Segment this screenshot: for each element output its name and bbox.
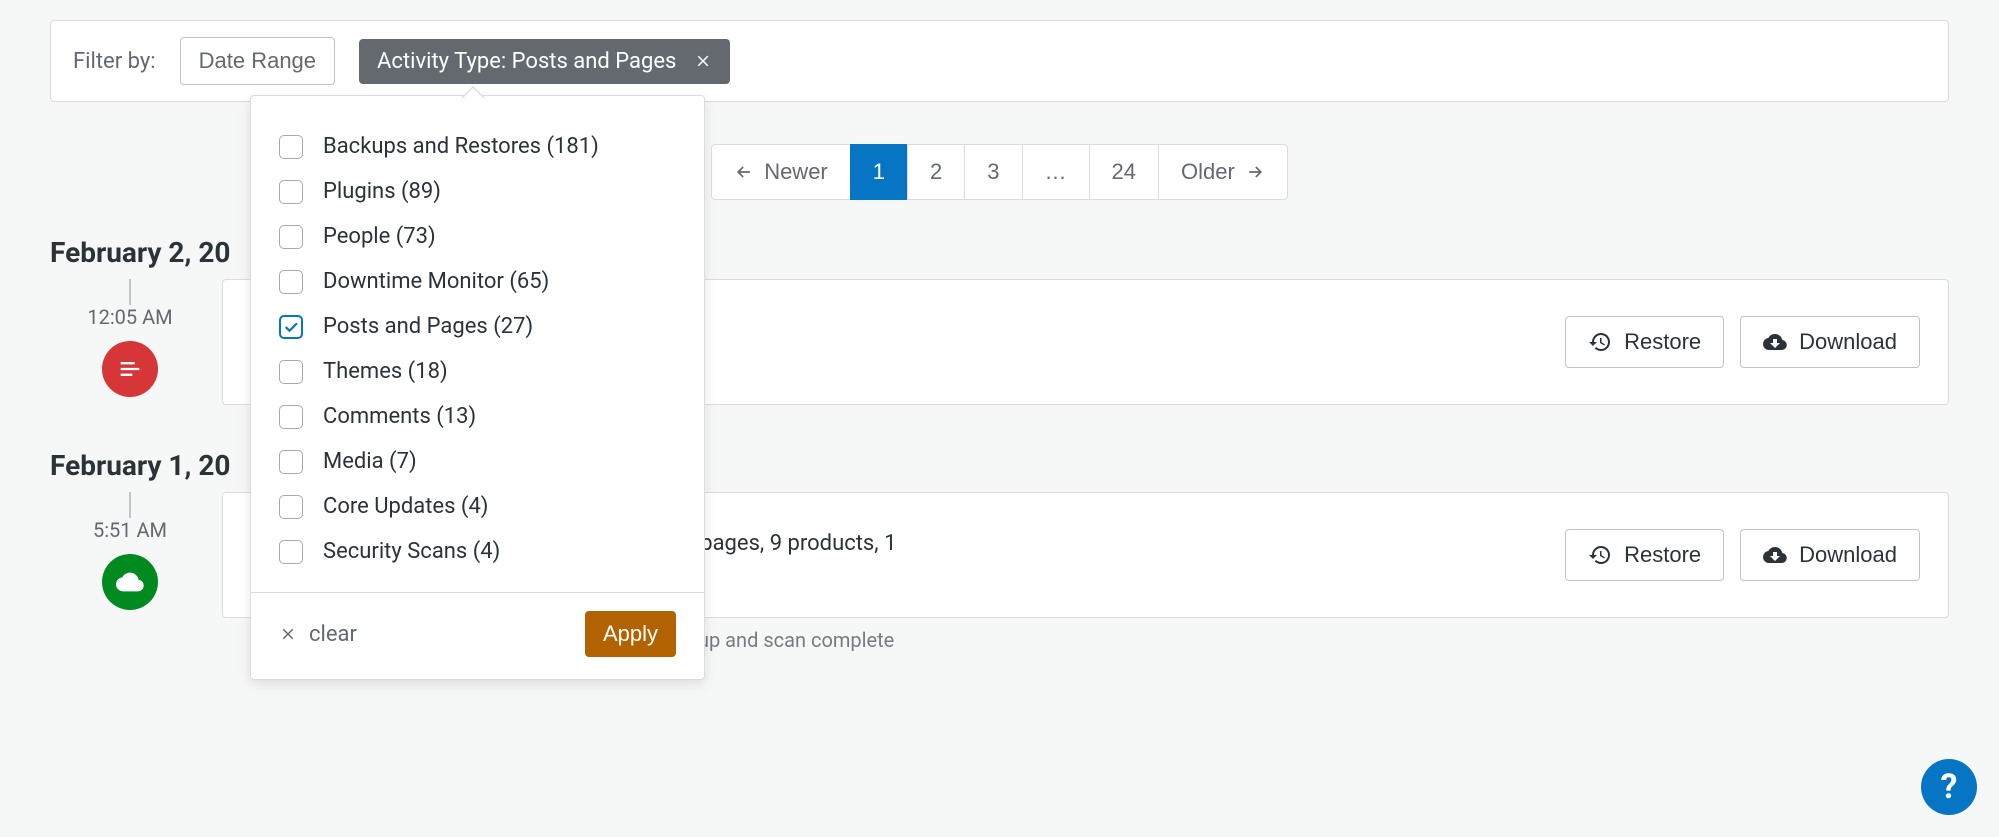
- checkbox-label: Security Scans (4): [323, 539, 500, 564]
- download-button[interactable]: Download: [1740, 529, 1920, 581]
- page-3-button[interactable]: 3: [964, 144, 1021, 200]
- clear-label: clear: [309, 622, 357, 647]
- date-range-button[interactable]: Date Range: [180, 37, 335, 85]
- download-label: Download: [1799, 329, 1897, 355]
- older-label: Older: [1181, 159, 1235, 185]
- restore-icon: [1588, 330, 1612, 354]
- apply-button[interactable]: Apply: [585, 611, 676, 657]
- help-button[interactable]: ?: [1921, 759, 1977, 815]
- post-icon: [102, 341, 158, 397]
- close-icon[interactable]: [694, 52, 712, 70]
- filter-checkbox-row[interactable]: Backups and Restores (181): [279, 124, 676, 169]
- checkbox-label: Comments (13): [323, 404, 476, 429]
- download-label: Download: [1799, 542, 1897, 568]
- filter-checkbox-row[interactable]: Comments (13): [279, 394, 676, 439]
- checkbox-label: Core Updates (4): [323, 494, 488, 519]
- checkbox-label: Plugins (89): [323, 179, 441, 204]
- clear-button[interactable]: clear: [279, 622, 357, 647]
- checkbox[interactable]: [279, 225, 303, 249]
- cloud-download-icon: [1763, 543, 1787, 567]
- close-icon: [279, 625, 297, 643]
- restore-label: Restore: [1624, 329, 1701, 355]
- activity-type-chip[interactable]: Activity Type: Posts and Pages: [359, 39, 730, 84]
- checkbox[interactable]: [279, 270, 303, 294]
- filter-by-label: Filter by:: [73, 49, 156, 74]
- restore-button[interactable]: Restore: [1565, 529, 1724, 581]
- checkbox-label: Media (7): [323, 449, 417, 474]
- download-button[interactable]: Download: [1740, 316, 1920, 368]
- restore-label: Restore: [1624, 542, 1701, 568]
- page-2-button[interactable]: 2: [907, 144, 964, 200]
- filter-checkbox-row[interactable]: People (73): [279, 214, 676, 259]
- checkbox[interactable]: [279, 180, 303, 204]
- filter-checkbox-row[interactable]: Plugins (89): [279, 169, 676, 214]
- newer-button[interactable]: Newer: [711, 144, 850, 200]
- page-ellipsis: …: [1022, 144, 1089, 200]
- activity-type-dropdown: Backups and Restores (181) Plugins (89) Pe…: [250, 95, 705, 680]
- checkbox[interactable]: [279, 360, 303, 384]
- checkbox-label: Themes (18): [323, 359, 448, 384]
- entry-time: 12:05 AM: [87, 305, 172, 329]
- checkbox-label: People (73): [323, 224, 436, 249]
- page-24-button[interactable]: 24: [1089, 144, 1158, 200]
- restore-button[interactable]: Restore: [1565, 316, 1724, 368]
- entry-time: 5:51 AM: [93, 518, 167, 542]
- newer-label: Newer: [764, 159, 828, 185]
- checkbox[interactable]: [279, 315, 303, 339]
- checkbox[interactable]: [279, 495, 303, 519]
- filter-checkbox-row[interactable]: Core Updates (4): [279, 484, 676, 529]
- filter-checkbox-row[interactable]: Themes (18): [279, 349, 676, 394]
- pagination: Newer 1 2 3 … 24 Older: [711, 144, 1288, 200]
- activity-type-chip-label: Activity Type: Posts and Pages: [377, 49, 676, 74]
- page-1-button[interactable]: 1: [850, 144, 907, 200]
- cloud-icon: [102, 554, 158, 610]
- checkbox[interactable]: [279, 450, 303, 474]
- cloud-download-icon: [1763, 330, 1787, 354]
- filter-checkbox-row[interactable]: Media (7): [279, 439, 676, 484]
- checkbox[interactable]: [279, 540, 303, 564]
- checkbox[interactable]: [279, 405, 303, 429]
- checkbox-label: Downtime Monitor (65): [323, 269, 549, 294]
- checkbox-label: Posts and Pages (27): [323, 314, 533, 339]
- checkbox[interactable]: [279, 135, 303, 159]
- filter-checkbox-row[interactable]: Security Scans (4): [279, 529, 676, 574]
- filter-checkbox-row[interactable]: Posts and Pages (27): [279, 304, 676, 349]
- filter-bar: Filter by: Date Range Activity Type: Pos…: [50, 20, 1949, 102]
- checkbox-label: Backups and Restores (181): [323, 134, 599, 159]
- older-button[interactable]: Older: [1158, 144, 1288, 200]
- restore-icon: [1588, 543, 1612, 567]
- filter-checkbox-row[interactable]: Downtime Monitor (65): [279, 259, 676, 304]
